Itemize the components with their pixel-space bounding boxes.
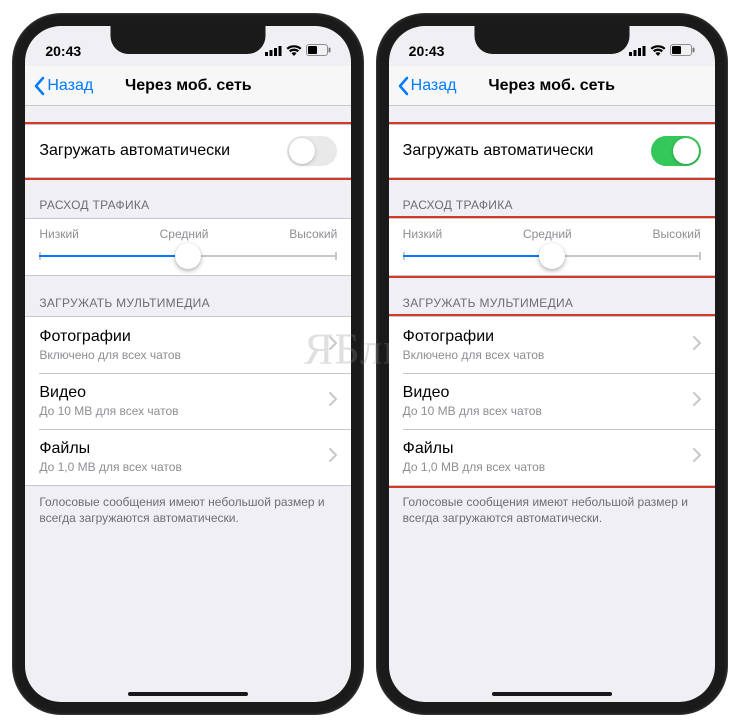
media-files-cell[interactable]: Файлы До 1,0 MB для всех чатов [389, 429, 715, 485]
wifi-icon [286, 43, 302, 59]
media-photos-sub: Включено для всех чатов [403, 348, 545, 362]
traffic-header: РАСХОД ТРАФИКА [25, 178, 351, 218]
signal-icon [629, 43, 646, 59]
back-button[interactable]: Назад [33, 76, 93, 96]
slider-label-high: Высокий [653, 227, 701, 241]
media-photos-cell[interactable]: Фотографии Включено для всех чатов [25, 317, 351, 373]
home-indicator[interactable] [128, 692, 248, 696]
traffic-group: Низкий Средний Высокий [25, 218, 351, 276]
notch [474, 26, 629, 54]
media-files-title: Файлы [403, 440, 546, 458]
auto-download-group: Загружать автоматически [389, 124, 715, 178]
slider-thumb[interactable] [539, 243, 565, 269]
content[interactable]: Загружать автоматически РАСХОД ТРАФИКА Н… [389, 106, 715, 702]
media-files-title: Файлы [39, 440, 182, 458]
media-video-cell[interactable]: Видео До 10 MB для всех чатов [25, 373, 351, 429]
content[interactable]: Загружать автоматически РАСХОД ТРАФИКА Н… [25, 106, 351, 702]
media-photos-title: Фотографии [403, 328, 545, 346]
auto-download-cell[interactable]: Загружать автоматически [389, 125, 715, 177]
battery-icon [670, 43, 695, 59]
notch [111, 26, 266, 54]
media-group: Фотографии Включено для всех чатов Видео… [25, 316, 351, 486]
screen: 20:43 Назад Через моб. сеть Загружать ав… [389, 26, 715, 702]
chevron-right-icon [693, 336, 701, 355]
auto-download-cell[interactable]: Загружать автоматически [25, 125, 351, 177]
auto-download-label: Загружать автоматически [39, 142, 230, 160]
slider-fill [403, 255, 552, 257]
media-video-cell[interactable]: Видео До 10 MB для всех чатов [389, 373, 715, 429]
traffic-slider-cell[interactable]: Низкий Средний Высокий [25, 219, 351, 275]
auto-download-switch[interactable] [287, 136, 337, 166]
auto-download-group: Загружать автоматически [25, 124, 351, 178]
chevron-left-icon [33, 76, 45, 96]
slider-label-high: Высокий [289, 227, 337, 241]
media-footer: Голосовые сообщения имеют небольшой разм… [389, 486, 715, 534]
media-files-sub: До 1,0 MB для всех чатов [39, 460, 182, 474]
nav-bar: Назад Через моб. сеть [389, 66, 715, 106]
nav-title: Через моб. сеть [125, 77, 252, 95]
chevron-left-icon [397, 76, 409, 96]
chevron-right-icon [693, 392, 701, 411]
auto-download-label: Загружать автоматически [403, 142, 594, 160]
back-label: Назад [411, 77, 457, 95]
phone-left: 20:43 Назад Через моб. сеть Загружать ав… [13, 14, 363, 714]
traffic-slider-cell[interactable]: Низкий Средний Высокий [389, 219, 715, 275]
media-header: ЗАГРУЖАТЬ МУЛЬТИМЕДИА [389, 276, 715, 316]
screen: 20:43 Назад Через моб. сеть Загружать ав… [25, 26, 351, 702]
slider-thumb[interactable] [175, 243, 201, 269]
status-time: 20:43 [45, 43, 81, 59]
slider-labels: Низкий Средний Высокий [39, 227, 337, 241]
slider-label-low: Низкий [403, 227, 443, 241]
nav-bar: Назад Через моб. сеть [25, 66, 351, 106]
media-photos-cell[interactable]: Фотографии Включено для всех чатов [389, 317, 715, 373]
media-files-sub: До 1,0 MB для всех чатов [403, 460, 546, 474]
media-photos-title: Фотографии [39, 328, 181, 346]
nav-title: Через моб. сеть [488, 77, 615, 95]
traffic-group: Низкий Средний Высокий [389, 218, 715, 276]
chevron-right-icon [329, 448, 337, 467]
slider-label-low: Низкий [39, 227, 79, 241]
slider-track[interactable] [39, 255, 337, 257]
slider-track[interactable] [403, 255, 701, 257]
home-indicator[interactable] [492, 692, 612, 696]
media-files-cell[interactable]: Файлы До 1,0 MB для всех чатов [25, 429, 351, 485]
media-photos-sub: Включено для всех чатов [39, 348, 181, 362]
slider-fill [39, 255, 188, 257]
wifi-icon [650, 43, 666, 59]
slider-label-mid: Средний [523, 227, 572, 241]
status-icons [629, 43, 695, 59]
media-video-sub: До 10 MB для всех чатов [403, 404, 542, 418]
chevron-right-icon [329, 336, 337, 355]
media-video-title: Видео [39, 384, 178, 402]
phone-right: 20:43 Назад Через моб. сеть Загружать ав… [377, 14, 727, 714]
chevron-right-icon [693, 448, 701, 467]
slider-label-mid: Средний [160, 227, 209, 241]
traffic-header: РАСХОД ТРАФИКА [389, 178, 715, 218]
media-group: Фотографии Включено для всех чатов Видео… [389, 316, 715, 486]
back-label: Назад [47, 77, 93, 95]
battery-icon [306, 43, 331, 59]
slider-labels: Низкий Средний Высокий [403, 227, 701, 241]
chevron-right-icon [329, 392, 337, 411]
signal-icon [265, 43, 282, 59]
media-footer: Голосовые сообщения имеют небольшой разм… [25, 486, 351, 534]
media-header: ЗАГРУЖАТЬ МУЛЬТИМЕДИА [25, 276, 351, 316]
back-button[interactable]: Назад [397, 76, 457, 96]
auto-download-switch[interactable] [651, 136, 701, 166]
status-icons [265, 43, 331, 59]
status-time: 20:43 [409, 43, 445, 59]
media-video-sub: До 10 MB для всех чатов [39, 404, 178, 418]
media-video-title: Видео [403, 384, 542, 402]
